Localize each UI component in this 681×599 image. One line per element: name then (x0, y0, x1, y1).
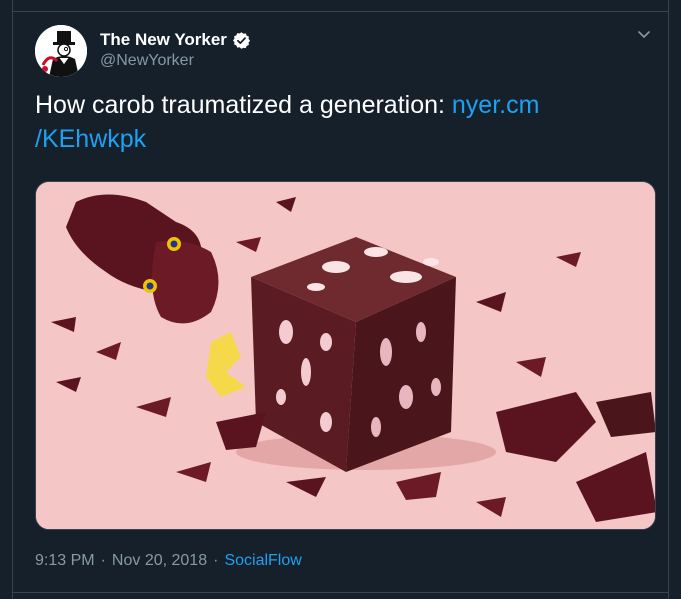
chevron-down-icon[interactable] (637, 30, 651, 40)
top-hat-gentleman-logo-icon (35, 25, 87, 77)
tweet-card: The New Yorker @NewYorker How carob trau… (12, 0, 669, 599)
author-name[interactable]: The New Yorker (100, 30, 227, 50)
bottom-divider (13, 592, 668, 593)
tweet-source[interactable]: SocialFlow (224, 552, 301, 570)
separator-dot: · (100, 552, 106, 569)
tweet-meta: 9:13 PM · Nov 20, 2018 · SocialFlow (35, 552, 302, 570)
tweet-link-part2[interactable]: /KEhwkpk (35, 125, 146, 153)
author-handle[interactable]: @NewYorker (100, 52, 194, 70)
tweet-text: How carob traumatized a generation: nyer… (35, 88, 635, 156)
top-divider (13, 11, 668, 12)
tweet-time[interactable]: 9:13 PM (35, 552, 95, 570)
separator-dot: · (213, 552, 219, 569)
author-name-row[interactable]: The New Yorker (100, 30, 251, 50)
tweet-date[interactable]: Nov 20, 2018 (112, 552, 207, 570)
verified-badge-icon (232, 31, 250, 49)
avatar[interactable] (35, 25, 87, 77)
tweet-link-part1[interactable]: nyer.cm (452, 91, 540, 119)
tweet-body: How carob traumatized a generation: (35, 91, 452, 119)
carob-illustration-icon (36, 182, 655, 529)
tweet-media-image[interactable] (35, 181, 656, 530)
